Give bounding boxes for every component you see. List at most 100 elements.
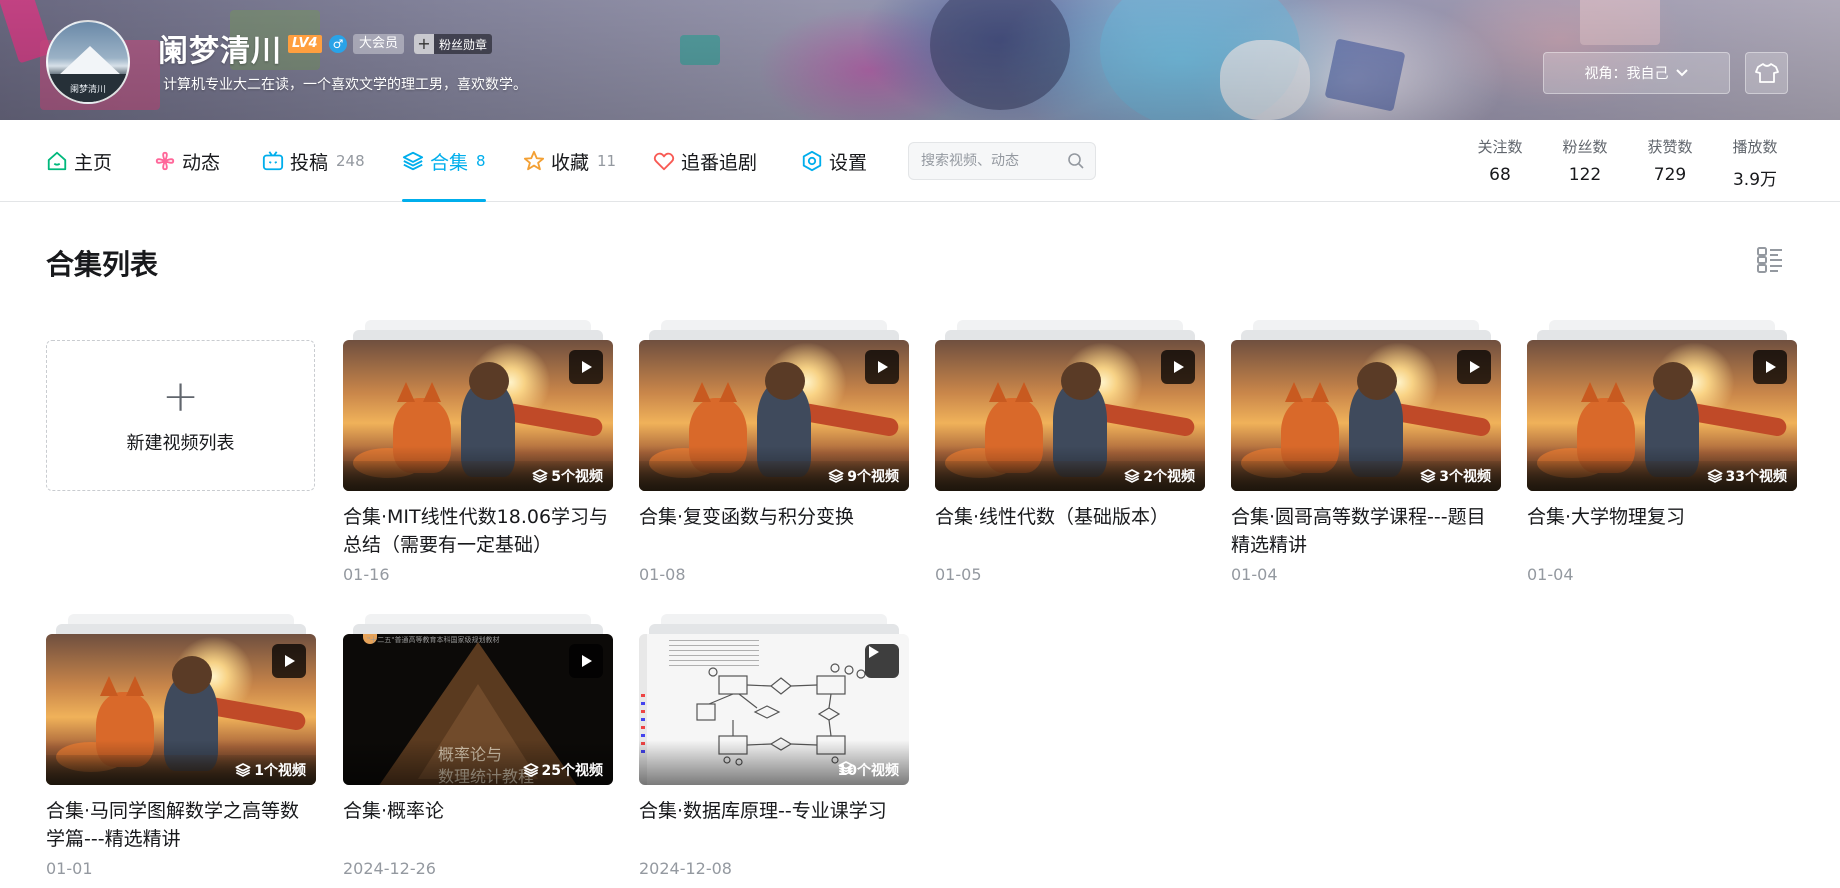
video-count: 2个视频 bbox=[1124, 466, 1195, 486]
stat-label: 播放数 bbox=[1732, 138, 1778, 156]
stat-following[interactable]: 关注数 68 bbox=[1465, 136, 1535, 185]
fan-medal-button[interactable]: + 粉丝勋章 bbox=[414, 34, 493, 54]
collection-thumbnail[interactable]: 33个视频 bbox=[1527, 340, 1797, 491]
profile-banner: 阑梦清川 阑梦清川 LV4 ♂ 大会员 + 粉丝勋章 计算机专业大二在读，一个喜… bbox=[0, 0, 1840, 120]
collection-thumbnail[interactable]: 5个视频 bbox=[343, 340, 613, 491]
collection-card[interactable]: 33个视频 合集·大学物理复习 01-04 bbox=[1527, 320, 1797, 584]
play-icon bbox=[878, 361, 888, 373]
male-icon: ♂ bbox=[329, 35, 347, 53]
play-all-button[interactable] bbox=[865, 350, 899, 384]
collection-title[interactable]: 合集·数据库原理--专业课学习 bbox=[639, 797, 909, 853]
collection-date: 01-05 bbox=[935, 565, 982, 584]
profile-nav: 主页 动态 投稿 248 合集 8 收藏 11 追番追剧 设置 关注数 68 粉… bbox=[0, 120, 1840, 202]
collection-date: 01-04 bbox=[1231, 565, 1278, 584]
avatar-text: 阑梦清川 bbox=[69, 85, 106, 95]
collection-card[interactable]: 3个视频 合集·圆哥高等数学课程---题目精选精讲 01-04 bbox=[1231, 320, 1501, 584]
tab-favorites[interactable]: 收藏 11 bbox=[523, 120, 616, 202]
pinwheel-icon bbox=[155, 151, 175, 171]
tv-icon bbox=[262, 151, 284, 171]
play-all-button[interactable] bbox=[1753, 350, 1787, 384]
collection-title[interactable]: 合集·大学物理复习 bbox=[1527, 503, 1797, 559]
video-count-text: 5个视频 bbox=[551, 469, 603, 485]
collection-thumbnail[interactable]: 3个视频 bbox=[1231, 340, 1501, 491]
collection-card[interactable]: "十二五"普通高等教育本科国家级规划教材 概率论与 数理统计教程 25个视频 合集·… bbox=[343, 614, 613, 878]
tab-home[interactable]: 主页 bbox=[46, 120, 112, 202]
tab-count: 11 bbox=[597, 152, 617, 170]
search-input[interactable] bbox=[921, 143, 1061, 179]
home-icon bbox=[47, 151, 67, 171]
shirt-icon bbox=[1754, 63, 1779, 83]
stat-label: 粉丝数 bbox=[1562, 138, 1608, 156]
collection-title[interactable]: 合集·马同学图解数学之高等数学篇---精选精讲 bbox=[46, 797, 316, 853]
collection-card[interactable]: 10个视频 合集·数据库原理--专业课学习 2024-12-08 bbox=[639, 614, 909, 878]
play-all-button[interactable] bbox=[272, 644, 306, 678]
video-count-text: 1个视频 bbox=[254, 763, 306, 779]
tab-label: 设置 bbox=[829, 151, 868, 174]
play-icon bbox=[1766, 361, 1776, 373]
tab-label: 收藏 bbox=[551, 151, 590, 174]
play-icon bbox=[582, 361, 592, 373]
collection-title[interactable]: 合集·MIT线性代数18.06学习与总结（需要有一定基础） bbox=[343, 503, 613, 559]
new-video-list-button[interactable]: + 新建视频列表 bbox=[46, 340, 315, 491]
video-count-text: 33个视频 bbox=[1725, 469, 1787, 485]
collection-thumbnail[interactable]: 10个视频 bbox=[639, 634, 909, 785]
video-count-text: 2个视频 bbox=[1143, 469, 1195, 485]
video-count-text: 9个视频 bbox=[847, 469, 899, 485]
layers-icon bbox=[235, 763, 251, 777]
collection-card[interactable]: 1个视频 合集·马同学图解数学之高等数学篇---精选精讲 01-01 bbox=[46, 614, 316, 878]
collection-title[interactable]: 合集·概率论 bbox=[343, 797, 613, 853]
tab-dynamic[interactable]: 动态 bbox=[154, 120, 220, 202]
plus-icon: + bbox=[414, 34, 434, 54]
play-all-button[interactable] bbox=[865, 644, 899, 678]
collection-title[interactable]: 合集·线性代数（基础版本） bbox=[935, 503, 1205, 559]
layers-icon bbox=[838, 761, 854, 775]
video-count: 5个视频 bbox=[532, 466, 603, 486]
star-icon bbox=[523, 150, 545, 171]
tab-settings[interactable]: 设置 bbox=[801, 120, 867, 202]
skin-button[interactable] bbox=[1745, 52, 1788, 94]
tab-collections[interactable]: 合集 8 bbox=[402, 120, 486, 202]
layers-icon bbox=[1124, 469, 1140, 483]
layers-icon bbox=[532, 469, 548, 483]
play-all-button[interactable] bbox=[569, 350, 603, 384]
view-as-label: 视角：我自己 bbox=[1584, 66, 1669, 82]
heart-icon bbox=[653, 152, 675, 171]
stat-value: 3.9万 bbox=[1732, 170, 1778, 190]
collection-card[interactable]: 5个视频 合集·MIT线性代数18.06学习与总结（需要有一定基础） 01-16 bbox=[343, 320, 613, 584]
stat-label: 关注数 bbox=[1477, 138, 1523, 156]
fan-medal-label: 粉丝勋章 bbox=[439, 37, 488, 52]
stat-value: 68 bbox=[1489, 165, 1511, 185]
tab-bangumi[interactable]: 追番追剧 bbox=[653, 120, 757, 202]
collection-title[interactable]: 合集·圆哥高等数学课程---题目精选精讲 bbox=[1231, 503, 1501, 559]
collection-card[interactable]: 2个视频 合集·线性代数（基础版本） 01-05 bbox=[935, 320, 1205, 584]
avatar[interactable]: 阑梦清川 bbox=[46, 20, 130, 104]
collection-thumbnail[interactable]: "十二五"普通高等教育本科国家级规划教材 概率论与 数理统计教程 25个视频 bbox=[343, 634, 613, 785]
collection-title[interactable]: 合集·复变函数与积分变换 bbox=[639, 503, 909, 559]
play-all-button[interactable] bbox=[1161, 350, 1195, 384]
search-icon[interactable] bbox=[1067, 152, 1085, 170]
tab-label: 投稿 bbox=[290, 151, 329, 174]
list-view-icon[interactable] bbox=[1756, 246, 1784, 274]
view-as-dropdown[interactable]: 视角：我自己 bbox=[1543, 52, 1730, 94]
collection-thumbnail[interactable]: 2个视频 bbox=[935, 340, 1205, 491]
play-all-button[interactable] bbox=[1457, 350, 1491, 384]
tab-uploads[interactable]: 投稿 248 bbox=[262, 120, 365, 202]
stat-followers[interactable]: 粉丝数 122 bbox=[1550, 136, 1620, 185]
stat-value: 729 bbox=[1653, 165, 1687, 185]
tab-label: 追番追剧 bbox=[681, 151, 758, 174]
level-badge[interactable]: LV4 bbox=[288, 35, 322, 53]
stat-likes: 获赞数 729 bbox=[1635, 136, 1705, 185]
plus-icon: + bbox=[162, 370, 199, 422]
video-count-text: 25个视频 bbox=[541, 763, 603, 779]
collection-date: 01-04 bbox=[1527, 565, 1574, 584]
collection-card[interactable]: 9个视频 合集·复变函数与积分变换 01-08 bbox=[639, 320, 909, 584]
collection-date: 2024-12-08 bbox=[639, 859, 732, 878]
vip-badge[interactable]: 大会员 bbox=[353, 34, 405, 54]
collection-date: 01-08 bbox=[639, 565, 686, 584]
new-video-list-label: 新建视频列表 bbox=[126, 432, 235, 454]
collection-thumbnail[interactable]: 1个视频 bbox=[46, 634, 316, 785]
play-all-button[interactable] bbox=[569, 644, 603, 678]
play-icon bbox=[869, 646, 879, 658]
collection-thumbnail[interactable]: 9个视频 bbox=[639, 340, 909, 491]
play-icon bbox=[582, 655, 592, 667]
